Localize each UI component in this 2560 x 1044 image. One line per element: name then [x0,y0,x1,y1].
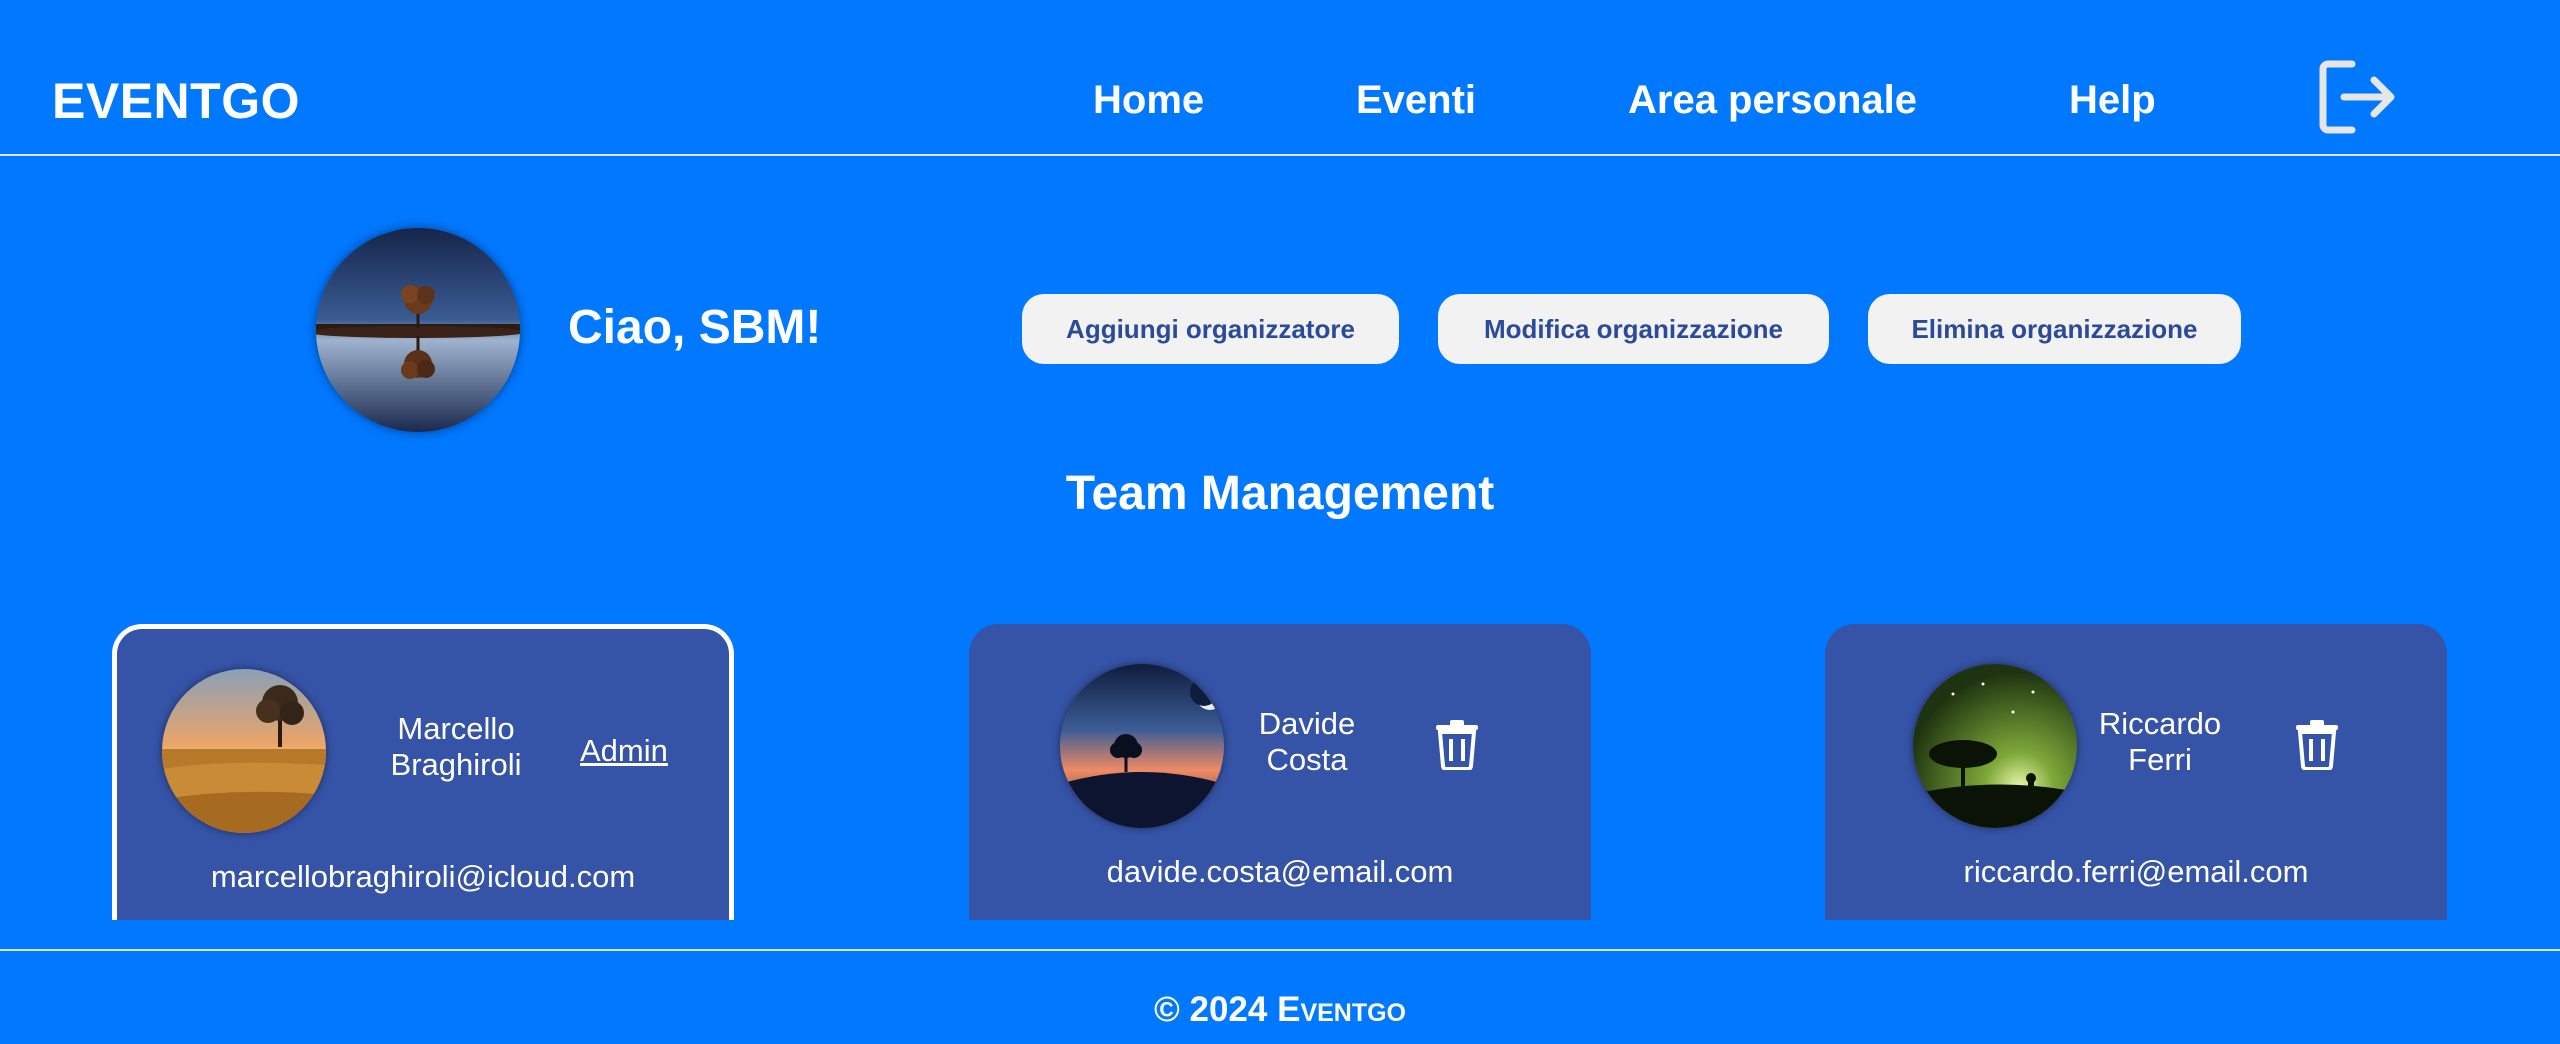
member-first-name: Davide [1258,706,1356,741]
member-last-name: Ferri [2128,742,2192,777]
member-first-name: Riccardo [2098,706,2222,741]
logout-icon[interactable] [2318,58,2398,136]
team-member-card[interactable]: Davide Costa davide.costa@email.com [969,624,1591,920]
member-email: riccardo.ferri@email.com [1963,854,2309,889]
team-member-card[interactable]: Marcello Braghiroli Admin marcellobraghi… [112,624,734,920]
member-name: Marcello Braghiroli [371,711,541,783]
trash-icon[interactable] [2294,718,2340,771]
trash-icon[interactable] [1434,718,1480,771]
brand-logo[interactable]: EVENTGO [52,72,300,130]
member-email: davide.costa@email.com [1106,854,1454,889]
admin-role-link[interactable]: Admin [580,733,668,769]
edit-organization-button[interactable]: Modifica organizzazione [1438,294,1829,364]
page: EVENTGO Home Eventi Area personale Help [0,0,2560,1044]
delete-organization-button[interactable]: Elimina organizzazione [1868,294,2241,364]
section-title: Team Management [1065,467,1495,520]
greeting-text: Ciao, SBM! [568,301,822,354]
nav-home[interactable]: Home [1093,78,1204,123]
footer-divider [0,949,2560,951]
profile-avatar [316,228,520,432]
member-email: marcellobraghiroli@icloud.com [210,859,636,894]
footer-brand: Eventgo [1277,990,1407,1029]
team-member-card[interactable]: Riccardo Ferri riccardo.ferri@email.com [1825,624,2447,920]
member-last-name: Braghiroli [390,747,522,782]
member-avatar [1913,664,2077,828]
member-first-name: Marcello [397,711,515,746]
member-last-name: Costa [1266,742,1348,777]
top-navbar: EVENTGO Home Eventi Area personale Help [0,0,2560,156]
add-organizer-button[interactable]: Aggiungi organizzatore [1022,294,1399,364]
member-name: Riccardo Ferri [2075,706,2245,778]
footer-copyright: © 2024 [1153,990,1268,1029]
footer: © 2024 Eventgo [0,990,2560,1030]
member-name: Davide Costa [1222,706,1392,778]
nav-eventi[interactable]: Eventi [1356,78,1476,123]
nav-area-personale[interactable]: Area personale [1628,78,1917,123]
member-avatar [162,669,326,833]
nav-help[interactable]: Help [2069,78,2156,123]
member-avatar [1060,664,1224,828]
